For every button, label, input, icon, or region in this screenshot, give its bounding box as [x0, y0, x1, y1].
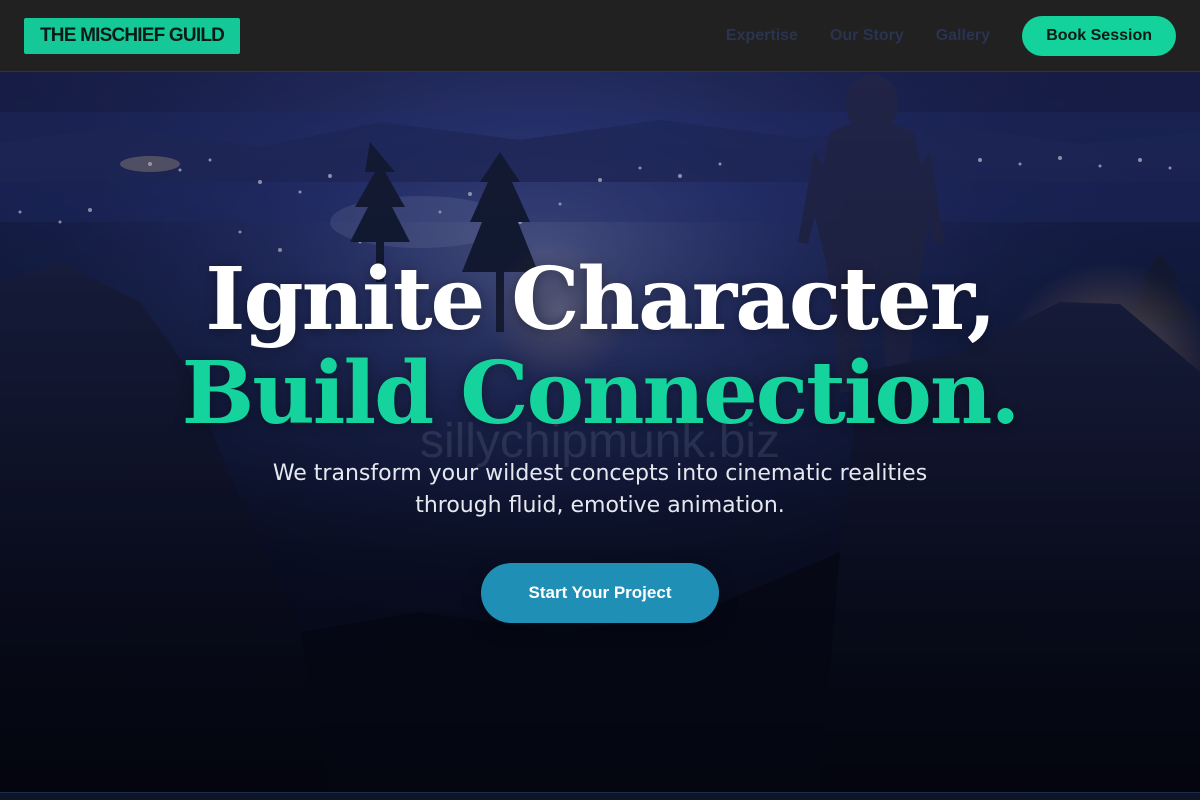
- main-nav: Expertise Our Story Gallery: [726, 0, 990, 72]
- start-project-button[interactable]: Start Your Project: [481, 563, 719, 623]
- book-session-button[interactable]: Book Session: [1022, 16, 1176, 56]
- nav-link-our-story[interactable]: Our Story: [830, 27, 904, 45]
- bottom-edge: [0, 792, 1200, 800]
- hero-headline-line1: Ignite Character,: [205, 249, 996, 350]
- hero-subtitle: We transform your wildest concepts into …: [272, 461, 928, 518]
- hero-content: Ignite Character, Build Connection. sill…: [0, 72, 1200, 792]
- nav-link-expertise[interactable]: Expertise: [726, 27, 798, 45]
- brand-logo[interactable]: THE MISCHIEF GUILD: [24, 18, 241, 54]
- site-header: THE MISCHIEF GUILD Expertise Our Story G…: [0, 0, 1200, 72]
- nav-link-gallery[interactable]: Gallery: [936, 27, 990, 45]
